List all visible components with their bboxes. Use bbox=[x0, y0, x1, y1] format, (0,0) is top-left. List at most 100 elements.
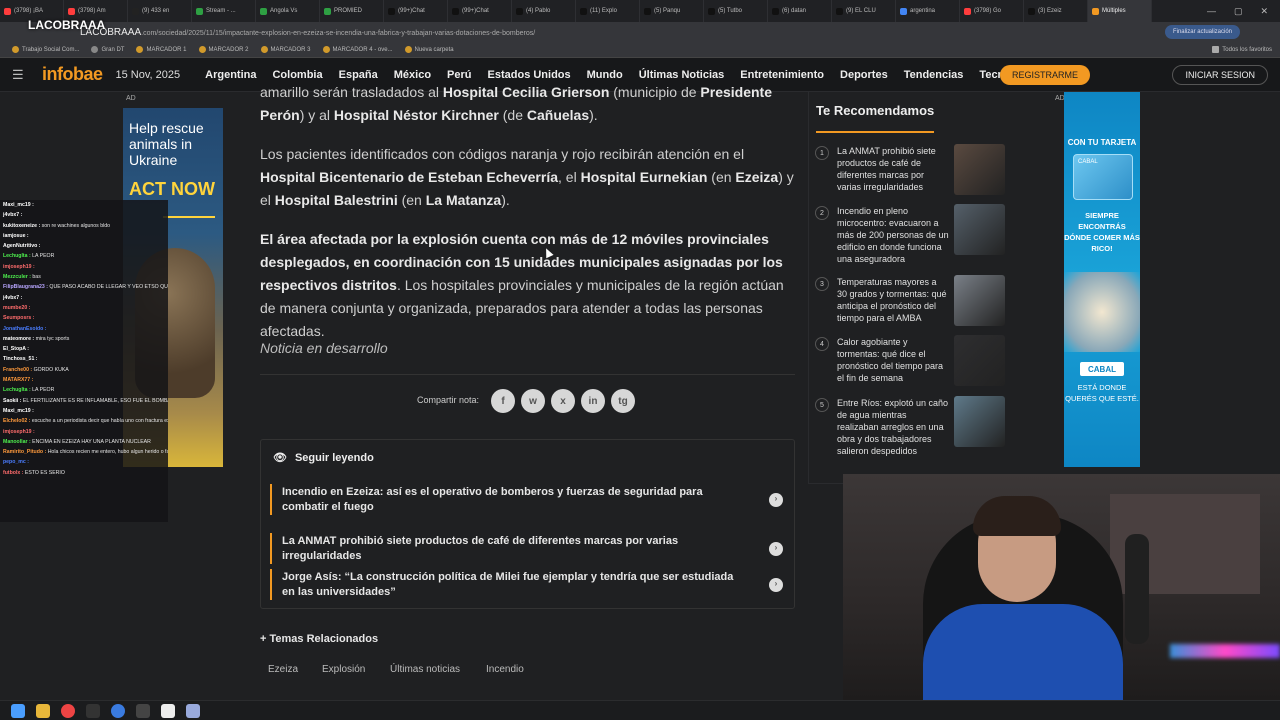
browser-tab[interactable]: (11) Explo bbox=[576, 0, 640, 22]
tab-favicon-icon bbox=[708, 7, 715, 15]
chrome-icon[interactable] bbox=[61, 703, 75, 718]
chat-message: pepo_mc : bbox=[0, 457, 168, 467]
bookmark-item[interactable]: Trabajo Social Com... bbox=[12, 46, 79, 53]
bookmark-label: Trabajo Social Com... bbox=[22, 46, 80, 53]
recommendation-link[interactable]: Calor agobiante y tormentas: qué dice el… bbox=[837, 336, 949, 384]
close-icon[interactable]: ✕ bbox=[1260, 6, 1268, 17]
browser-tab[interactable]: (3798) Go bbox=[960, 0, 1024, 22]
topic-tag[interactable]: Explosión bbox=[322, 664, 365, 675]
terminal-icon[interactable] bbox=[161, 703, 175, 718]
share-label: Compartir nota: bbox=[417, 395, 480, 405]
bookmark-item[interactable]: MARCADOR 4 - ove... bbox=[322, 46, 393, 53]
keep-reading-item[interactable]: Jorge Asís: “La construcción política de… bbox=[270, 569, 785, 600]
maximize-icon[interactable]: ▢ bbox=[1234, 6, 1243, 17]
nav-mexico[interactable]: México bbox=[394, 69, 431, 81]
url-field[interactable]: LACOBRAAA.com/sociedad/2025/11/15/impact… bbox=[80, 27, 535, 38]
nav-mundo[interactable]: Mundo bbox=[587, 69, 623, 81]
nav-colombia[interactable]: Colombia bbox=[272, 69, 322, 81]
topic-tag[interactable]: Incendio bbox=[486, 664, 524, 675]
browser-tab[interactable]: Stream - ... bbox=[192, 0, 256, 22]
nav-espana[interactable]: España bbox=[339, 69, 378, 81]
browser-tab[interactable]: (5) Tutbo bbox=[704, 0, 768, 22]
related-topics-title[interactable]: + Temas Relacionados bbox=[260, 633, 378, 645]
recommendation-thumbnail[interactable] bbox=[954, 335, 1005, 386]
topic-tag[interactable]: Ezeiza bbox=[268, 664, 298, 675]
bookmark-item[interactable]: Gran DT bbox=[91, 46, 124, 53]
facebook-icon[interactable]: f bbox=[491, 389, 515, 413]
nav-estados-unidos[interactable]: Estados Unidos bbox=[488, 69, 571, 81]
bookmark-label: Nueva carpeta bbox=[414, 46, 454, 53]
recommendation-link[interactable]: La ANMAT prohibió siete productos de caf… bbox=[837, 145, 949, 193]
whatsapp-icon[interactable]: w bbox=[521, 389, 545, 413]
chat-text: Hola chicos recien me entero, hubo algun… bbox=[47, 449, 168, 456]
nav-deportes[interactable]: Deportes bbox=[840, 69, 888, 81]
browser-tab[interactable]: (6) datan bbox=[768, 0, 832, 22]
update-button[interactable]: Finalizar actualización bbox=[1164, 25, 1240, 39]
nav-entretenimiento[interactable]: Entretenimiento bbox=[740, 69, 824, 81]
browser-tab[interactable]: (5) Panqu bbox=[640, 0, 704, 22]
recommendation-thumbnail[interactable] bbox=[954, 275, 1005, 326]
recommendation-link[interactable]: Incendio en pleno microcentro: evacuaron… bbox=[837, 205, 949, 265]
nav-ultimas-noticias[interactable]: Últimas Noticias bbox=[639, 69, 725, 81]
browser-tab[interactable]: (9) 433 en bbox=[128, 0, 192, 22]
chat-username: Elchelo02 : bbox=[3, 418, 31, 425]
browser-tab[interactable]: (3) Ezeiz bbox=[1024, 0, 1088, 22]
browser-tab[interactable]: argentina bbox=[896, 0, 960, 22]
tab-label: PROMIED bbox=[334, 8, 363, 14]
nav-peru[interactable]: Perú bbox=[447, 69, 471, 81]
browser-tab[interactable]: Múltiples bbox=[1088, 0, 1152, 22]
recommendation-thumbnail[interactable] bbox=[954, 396, 1005, 447]
tab-favicon-icon bbox=[1092, 7, 1099, 15]
chrome-alt-icon[interactable] bbox=[111, 703, 125, 718]
horseshoe-icon bbox=[260, 46, 268, 53]
recommendation-link[interactable]: Temperaturas mayores a 30 grados y torme… bbox=[837, 276, 949, 324]
bookmark-item[interactable]: MARCADOR 1 bbox=[136, 46, 187, 53]
keep-reading-item[interactable]: La ANMAT prohibió siete productos de caf… bbox=[270, 533, 785, 564]
tab-favicon-icon bbox=[644, 7, 651, 15]
tab-favicon-icon bbox=[836, 7, 843, 15]
chat-username: Mezzculer : bbox=[3, 274, 31, 281]
recommendation-number: 4 bbox=[815, 337, 829, 351]
recommendation-link[interactable]: Entre Ríos: explotó un caño de agua mien… bbox=[837, 397, 949, 457]
browser-tab[interactable]: (99+)Chat bbox=[384, 0, 448, 22]
obs-icon[interactable] bbox=[86, 703, 100, 718]
nav-argentina[interactable]: Argentina bbox=[205, 69, 256, 81]
all-bookmarks[interactable]: Todos los favoritos bbox=[1212, 46, 1272, 53]
recommendation-thumbnail[interactable] bbox=[954, 204, 1005, 255]
chat-username: Franche00 : bbox=[3, 366, 33, 373]
site-logo[interactable]: infobae bbox=[42, 64, 103, 85]
nav-tendencias[interactable]: Tendencias bbox=[904, 69, 964, 81]
right-ad-banner[interactable]: CON TU TARJETA CABAL SIEMPRE ENCONTRÁS D… bbox=[1064, 92, 1140, 467]
telegram-icon[interactable]: tg bbox=[611, 389, 635, 413]
tab-label: (5) Panqu bbox=[654, 8, 681, 14]
minimize-icon[interactable]: — bbox=[1207, 6, 1216, 16]
address-bar[interactable]: LACOBRAAA.com/sociedad/2025/11/15/impact… bbox=[0, 22, 1280, 42]
notes-icon[interactable] bbox=[186, 703, 200, 718]
file-explorer-icon[interactable] bbox=[36, 703, 50, 718]
browser-tab[interactable]: Angola Vs bbox=[256, 0, 320, 22]
windows-start-icon[interactable] bbox=[11, 703, 25, 718]
topic-tag[interactable]: Últimas noticias bbox=[390, 664, 460, 675]
browser-tab[interactable]: (9) EL CLU bbox=[832, 0, 896, 22]
browser-tab[interactable]: (99+)Chat bbox=[448, 0, 512, 22]
bookmark-item[interactable]: MARCADOR 2 bbox=[198, 46, 249, 53]
browser-tab[interactable]: PROMIED bbox=[320, 0, 384, 22]
login-button[interactable]: INICIAR SESION bbox=[1172, 65, 1268, 85]
menu-icon[interactable]: ☰ bbox=[12, 67, 28, 83]
keep-reading-item[interactable]: Incendio en Ezeiza: así es el operativo … bbox=[270, 484, 785, 515]
horseshoe-icon bbox=[322, 46, 330, 53]
linkedin-icon[interactable]: in bbox=[581, 389, 605, 413]
bookmark-item[interactable]: Nueva carpeta bbox=[404, 46, 454, 53]
browser-tab[interactable]: (4) Pablo bbox=[512, 0, 576, 22]
app-icon[interactable] bbox=[136, 703, 150, 718]
register-button[interactable]: REGISTRARME bbox=[999, 65, 1090, 85]
recommendation-thumbnail[interactable] bbox=[954, 144, 1005, 195]
article-paragraph: El área afectada por la explosión cuenta… bbox=[260, 231, 784, 339]
streamer-hair bbox=[973, 496, 1061, 536]
x-icon[interactable]: x bbox=[551, 389, 575, 413]
bookmark-item[interactable]: MARCADOR 3 bbox=[260, 46, 311, 53]
chat-message: Tinchoss_51 : bbox=[0, 354, 168, 364]
tab-label: (11) Explo bbox=[590, 8, 617, 14]
taskbar bbox=[0, 700, 1280, 720]
chat-message: Maxi_mc19 : bbox=[0, 200, 168, 210]
